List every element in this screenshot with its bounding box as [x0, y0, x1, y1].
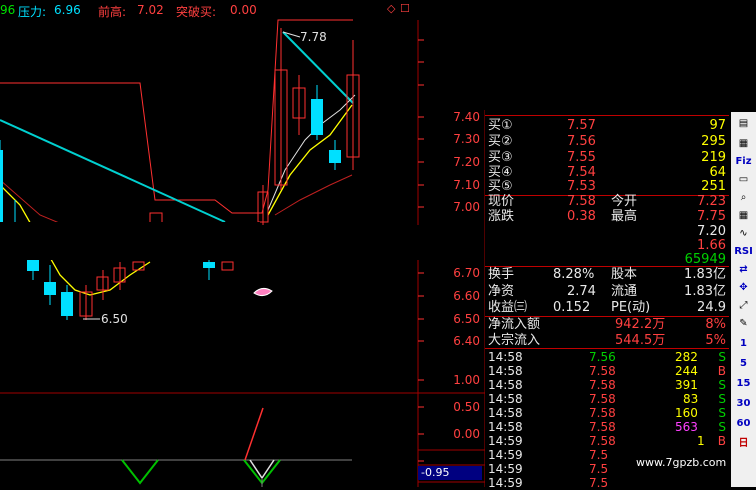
table-row: 14:58 7.58 83 S — [488, 392, 726, 406]
toolbar-60min[interactable]: 60 — [733, 414, 754, 433]
turnover-row: 换手 8.28% 股本 1.83亿 — [488, 267, 726, 282]
side-toolbar: ▤ ▦ Fiz ▭ ⌕ ▦ ∿ RSI ⇄ ✥ ⤢ ✎ 1 5 15 30 60… — [731, 112, 756, 487]
toolbar-5min[interactable]: 5 — [733, 354, 754, 373]
high-annotation: 7.78 — [300, 30, 327, 44]
price-tick: 6.60 — [453, 289, 480, 303]
kline-chart[interactable] — [0, 0, 485, 487]
price-tick: 6.50 — [453, 312, 480, 326]
search-icon[interactable]: ⌕ — [733, 188, 754, 207]
table-row: 14:58 7.58 563 S — [488, 420, 726, 434]
quote-panel: 买① 7.57 97 买② 7.56 295 买③ 7.55 219 买④ 7.… — [485, 115, 729, 490]
table-row: 14:59 7.58 1 B — [488, 434, 726, 448]
indicator-readout: -0.95 — [418, 466, 482, 480]
indicator-tick: 1.00 — [453, 373, 480, 387]
pencil-icon[interactable]: ✎ — [733, 314, 754, 333]
document-icon[interactable]: ▭ — [733, 170, 754, 189]
table-icon[interactable]: ▦ — [733, 134, 754, 153]
table-row: 14:58 7.58 391 S — [488, 378, 726, 392]
wave-icon[interactable]: ∿ — [733, 224, 754, 243]
eps-row: 收益㈢ 0.152 PE(动) 24.9 — [488, 300, 726, 315]
table-row: 14:58 7.58 160 S — [488, 406, 726, 420]
toolbar-1min[interactable]: 1 — [733, 334, 754, 353]
expand-icon[interactable]: ⤢ — [733, 296, 754, 315]
indicator-tick: 0.50 — [453, 400, 480, 414]
price-tick: 7.00 — [453, 200, 480, 214]
price-tick: 6.70 — [453, 266, 480, 280]
grid-icon[interactable]: ▦ — [733, 206, 754, 225]
price-tick: 7.20 — [453, 155, 480, 169]
toolbar-30min[interactable]: 30 — [733, 394, 754, 413]
table-row: 14:58 7.58 244 B — [488, 364, 726, 378]
table-row: 14:59 7.5 — [488, 476, 609, 490]
arrow-icon[interactable]: ⇄ — [733, 260, 754, 279]
price-tick: 7.30 — [453, 132, 480, 146]
price-tick: 7.10 — [453, 178, 480, 192]
notepad-icon[interactable]: ▤ — [733, 114, 754, 133]
indicator-tick: 0.00 — [453, 427, 480, 441]
price-tick: 6.40 — [453, 334, 480, 348]
toolbar-daily[interactable]: 日 — [733, 434, 754, 453]
price-tick: 7.40 — [453, 110, 480, 124]
toolbar-15min[interactable]: 15 — [733, 374, 754, 393]
toolbar-rsi[interactable]: RSI — [733, 242, 754, 261]
toolbar-fiz[interactable]: Fiz — [733, 152, 754, 171]
watermark: www.7gpzb.com — [636, 456, 727, 469]
move-icon[interactable]: ✥ — [733, 278, 754, 297]
table-row: 14:58 7.56 282 S — [488, 350, 726, 364]
low-annotation: 6.50 — [101, 312, 128, 326]
